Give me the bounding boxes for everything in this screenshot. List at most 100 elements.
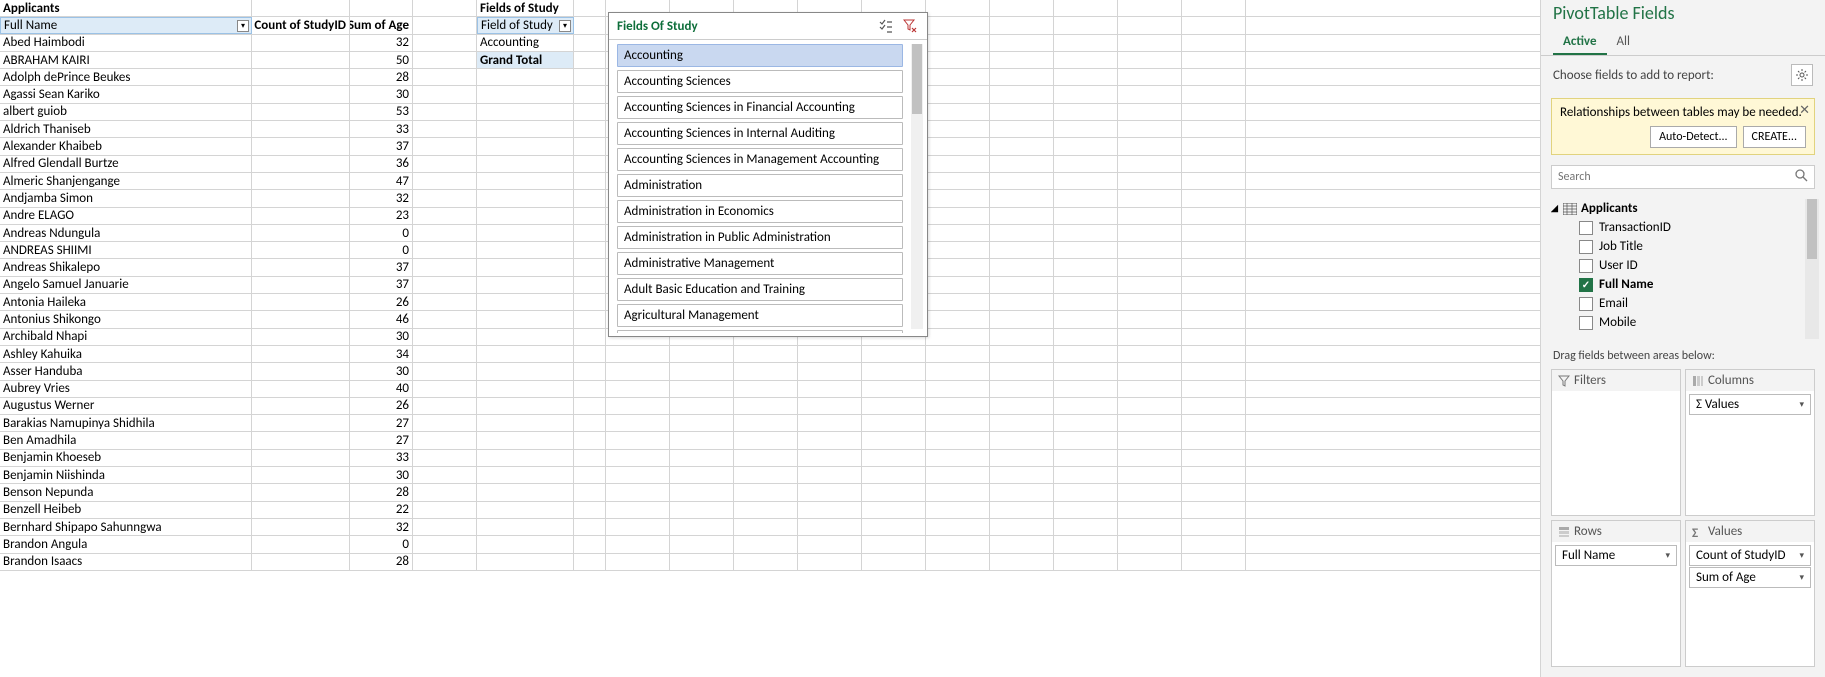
table-row-name[interactable]: ABRAHAM KAIRI [0, 52, 252, 68]
chevron-down-icon[interactable]: ▾ [1799, 550, 1804, 561]
table-row-count[interactable] [252, 86, 350, 102]
table-row-count[interactable] [252, 432, 350, 448]
table-row-age[interactable]: 23 [350, 208, 413, 224]
table-row-age[interactable]: 40 [350, 381, 413, 397]
slicer-item[interactable]: Administration [617, 174, 903, 197]
table-row-age[interactable]: 30 [350, 363, 413, 379]
table-row-name[interactable]: Augustus Werner [0, 398, 252, 414]
table-row-name[interactable]: Bernhard Shipapo Sahunngwa [0, 519, 252, 535]
table-row-count[interactable] [252, 536, 350, 552]
slicer-fields-of-study[interactable]: Fields Of Study AccountingAccounting Sci… [608, 12, 928, 337]
search-box[interactable] [1551, 165, 1815, 189]
field-row[interactable]: ✓Full Name [1551, 275, 1819, 294]
table-row-age[interactable]: 28 [350, 554, 413, 570]
field-row[interactable]: Mobile [1551, 313, 1819, 332]
checkbox[interactable]: ✓ [1579, 278, 1593, 292]
table-row-name[interactable]: albert guiob [0, 104, 252, 120]
table-row-name[interactable]: Angelo Samuel Januarie [0, 277, 252, 293]
table-row-age[interactable]: 32 [350, 35, 413, 51]
table-row-name[interactable]: Ashley Kahuika [0, 346, 252, 362]
table-row-count[interactable] [252, 311, 350, 327]
table-row-name[interactable]: Alexander Khaibeb [0, 138, 252, 154]
table-row-count[interactable] [252, 329, 350, 345]
table-row-count[interactable] [252, 519, 350, 535]
table-row-name[interactable]: Andjamba Simon [0, 190, 252, 206]
slicer-item[interactable]: Accounting Sciences [617, 70, 903, 93]
slicer-item[interactable]: Accounting [617, 44, 903, 67]
table-row-count[interactable] [252, 381, 350, 397]
fields-scrollbar[interactable] [1805, 199, 1819, 339]
table-row-name[interactable]: Andreas Shikalepo [0, 259, 252, 275]
table-node-applicants[interactable]: ◢ Applicants [1551, 199, 1819, 218]
checkbox[interactable] [1579, 221, 1593, 235]
table-row-count[interactable] [252, 104, 350, 120]
table-row-age[interactable]: 37 [350, 277, 413, 293]
create-button[interactable]: CREATE... [1743, 126, 1806, 148]
table-row-count[interactable] [252, 52, 350, 68]
field-row[interactable]: User ID [1551, 256, 1819, 275]
values-area[interactable]: ΣValues Count of StudyID▾Sum of Age▾ [1685, 520, 1815, 667]
table-row-age[interactable]: 0 [350, 225, 413, 241]
table-row-name[interactable]: Benzell Heibeb [0, 502, 252, 518]
table-row-name[interactable]: Abed Haimbodi [0, 35, 252, 51]
table-row-age[interactable]: 27 [350, 432, 413, 448]
table-row-count[interactable] [252, 69, 350, 85]
chevron-down-icon[interactable]: ▾ [1799, 399, 1804, 410]
table-row-age[interactable]: 36 [350, 156, 413, 172]
table-row-age[interactable]: 0 [350, 242, 413, 258]
checkbox[interactable] [1579, 240, 1593, 254]
table-row-name[interactable]: Antonius Shikongo [0, 311, 252, 327]
table-row-name[interactable]: Ben Amadhila [0, 432, 252, 448]
search-input[interactable] [1552, 166, 1788, 188]
filter-dropdown-icon[interactable]: ▾ [559, 20, 571, 32]
checkbox[interactable] [1579, 297, 1593, 311]
table-row-age[interactable]: 32 [350, 190, 413, 206]
chevron-down-icon[interactable]: ▾ [1799, 572, 1804, 583]
slicer-item[interactable]: Administrative Management [617, 252, 903, 275]
table-row-age[interactable]: 30 [350, 86, 413, 102]
table-row-age[interactable]: 0 [350, 536, 413, 552]
table-row-age[interactable]: 50 [350, 52, 413, 68]
table-row-count[interactable] [252, 484, 350, 500]
table-row-name[interactable]: Antonia Haileka [0, 294, 252, 310]
table-row-age[interactable]: 30 [350, 467, 413, 483]
table-row-age[interactable]: 47 [350, 173, 413, 189]
table-row-name[interactable]: Almeric Shanjengange [0, 173, 252, 189]
filters-area[interactable]: Filters [1551, 369, 1681, 516]
table-row-age[interactable]: 27 [350, 415, 413, 431]
pivot1-col-fullname[interactable]: Full Name▾ [0, 17, 252, 33]
table-row-count[interactable] [252, 450, 350, 466]
area-item[interactable]: Σ Values▾ [1689, 394, 1811, 415]
table-row-age[interactable]: 33 [350, 121, 413, 137]
slicer-item[interactable]: Animal Health [617, 330, 903, 333]
table-row-name[interactable]: Andre ELAGO [0, 208, 252, 224]
table-row-age[interactable]: 53 [350, 104, 413, 120]
table-row-count[interactable] [252, 502, 350, 518]
columns-area[interactable]: Columns Σ Values▾ [1685, 369, 1815, 516]
table-row-age[interactable]: 32 [350, 519, 413, 535]
table-row-age[interactable]: 26 [350, 294, 413, 310]
pivot2-row[interactable]: Accounting [477, 35, 574, 51]
pivot2-grand-total[interactable]: Grand Total [477, 52, 574, 68]
slicer-item[interactable]: Accounting Sciences in Financial Account… [617, 96, 903, 119]
table-row-count[interactable] [252, 173, 350, 189]
table-row-count[interactable] [252, 467, 350, 483]
table-row-name[interactable]: Archibald Nhapi [0, 329, 252, 345]
rows-area[interactable]: Rows Full Name▾ [1551, 520, 1681, 667]
table-row-count[interactable] [252, 363, 350, 379]
table-row-age[interactable]: 33 [350, 450, 413, 466]
table-row-name[interactable]: Benjamin Niishinda [0, 467, 252, 483]
table-row-age[interactable]: 28 [350, 69, 413, 85]
table-row-count[interactable] [252, 277, 350, 293]
area-item[interactable]: Count of StudyID▾ [1689, 545, 1811, 566]
tab-active[interactable]: Active [1553, 30, 1607, 55]
table-row-count[interactable] [252, 554, 350, 570]
table-row-count[interactable] [252, 242, 350, 258]
slicer-item[interactable]: Accounting Sciences in Internal Auditing [617, 122, 903, 145]
chevron-down-icon[interactable]: ▾ [1665, 550, 1670, 561]
table-row-age[interactable]: 37 [350, 138, 413, 154]
slicer-item[interactable]: Adult Basic Education and Training [617, 278, 903, 301]
table-row-count[interactable] [252, 208, 350, 224]
table-row-name[interactable]: Brandon Angula [0, 536, 252, 552]
field-row[interactable]: Job Title [1551, 237, 1819, 256]
